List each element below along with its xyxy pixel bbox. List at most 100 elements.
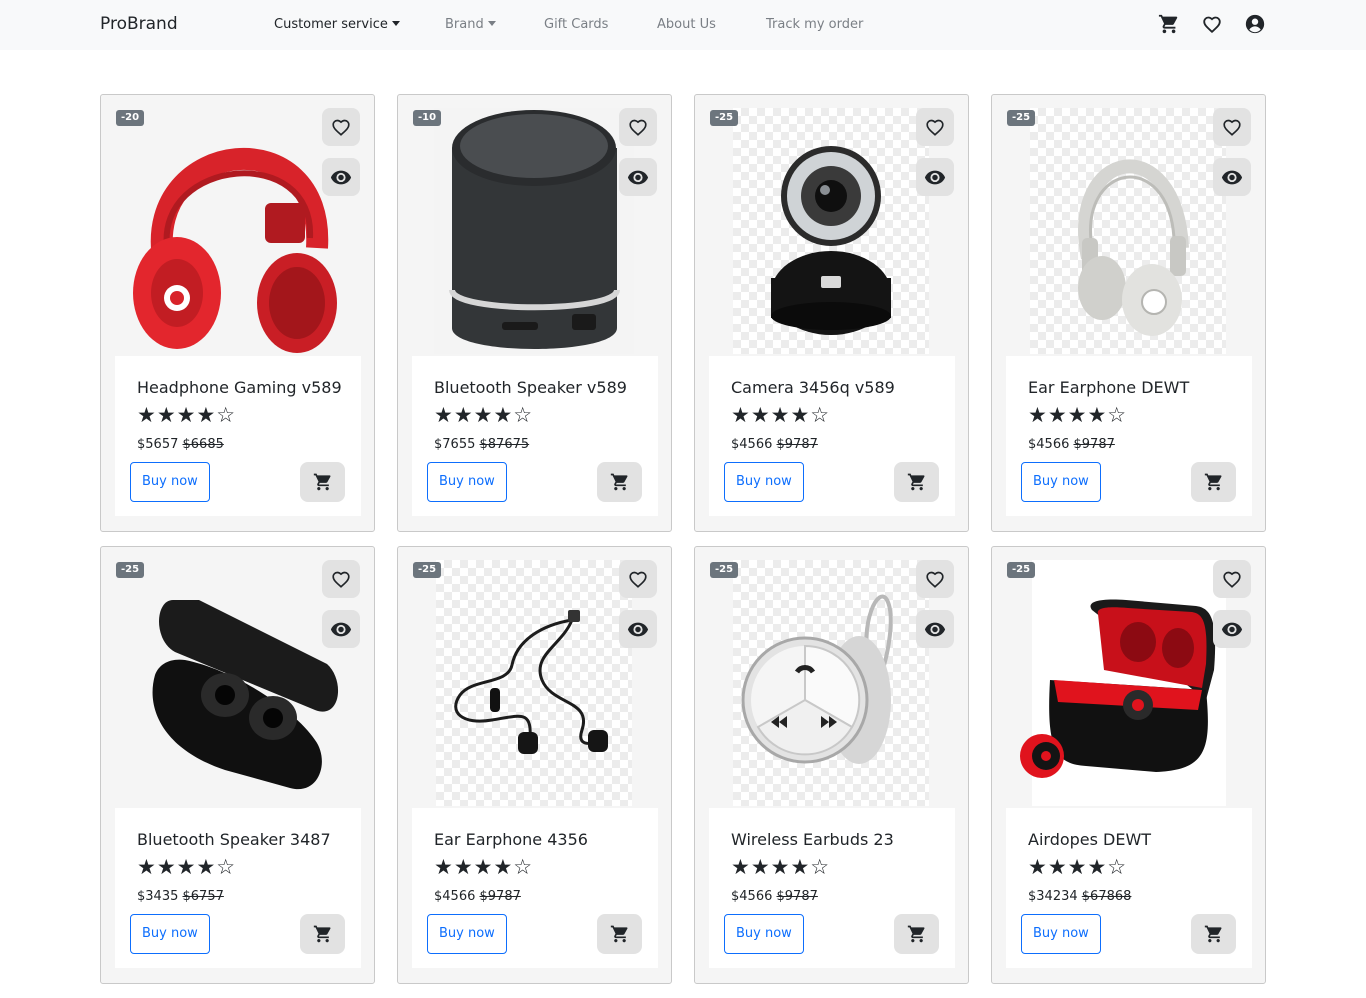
product-title[interactable]: Bluetooth Speaker 3487 [137, 830, 331, 849]
nav-customer-service[interactable]: Customer service [274, 17, 400, 32]
current-price: $4566 [1028, 437, 1070, 452]
add-to-cart-button[interactable] [1191, 462, 1236, 502]
nav-gift-cards[interactable]: Gift Cards [544, 17, 608, 32]
quick-view-button[interactable] [1213, 610, 1251, 648]
discount-badge: -25 [1007, 562, 1036, 578]
webcam-image [771, 146, 891, 335]
price: $5657 $6685 [137, 437, 224, 452]
add-to-cart-button[interactable] [300, 914, 345, 954]
product-card: -25 Wireless Earbuds 23 ★★★★☆ $4566 $978… [694, 546, 969, 984]
quick-view-button[interactable] [619, 610, 657, 648]
price: $7655 $87675 [434, 437, 529, 452]
price: $4566 $9787 [731, 437, 818, 452]
discount-badge: -25 [1007, 110, 1036, 126]
cart-icon [1204, 925, 1222, 943]
buy-now-button[interactable]: Buy now [427, 914, 507, 954]
current-price: $7655 [434, 437, 476, 452]
quick-view-button[interactable] [1213, 158, 1251, 196]
product-image[interactable] [412, 560, 658, 806]
buy-now-button[interactable]: Buy now [427, 462, 507, 502]
rating-stars: ★★★★☆ [434, 403, 534, 427]
price: $3435 $6757 [137, 889, 224, 904]
cart-icon [610, 473, 628, 491]
product-title[interactable]: Bluetooth Speaker v589 [434, 378, 627, 397]
discount-badge: -10 [413, 110, 442, 126]
card-body: Airdopes DEWT ★★★★☆ $34234 $67868 Buy no… [1006, 808, 1252, 968]
product-title[interactable]: Ear Earphone DEWT [1028, 378, 1189, 397]
cart-icon [907, 925, 925, 943]
add-to-cart-button[interactable] [597, 914, 642, 954]
user-icon[interactable] [1244, 13, 1266, 35]
wishlist-button[interactable] [916, 108, 954, 146]
wishlist-button[interactable] [1213, 108, 1251, 146]
product-image[interactable] [709, 560, 955, 806]
product-card: -10 Bluetooth Speaker v589 ★★★★☆ $7655 $… [397, 94, 672, 532]
eye-icon [330, 170, 352, 185]
brand-logo[interactable]: ProBrand [100, 14, 178, 34]
add-to-cart-button[interactable] [1191, 914, 1236, 954]
product-image[interactable] [115, 108, 361, 354]
card-body: Wireless Earbuds 23 ★★★★☆ $4566 $9787 Bu… [709, 808, 955, 968]
card-body: Ear Earphone DEWT ★★★★☆ $4566 $9787 Buy … [1006, 356, 1252, 516]
add-to-cart-button[interactable] [300, 462, 345, 502]
wishlist-button[interactable] [322, 108, 360, 146]
product-title[interactable]: Headphone Gaming v589 [137, 378, 342, 397]
current-price: $4566 [731, 437, 773, 452]
quick-view-button[interactable] [916, 610, 954, 648]
old-price: $67868 [1081, 889, 1132, 904]
current-price: $4566 [434, 889, 476, 904]
wishlist-button[interactable] [619, 108, 657, 146]
discount-badge: -25 [116, 562, 145, 578]
quick-view-button[interactable] [619, 158, 657, 196]
eye-icon [924, 170, 946, 185]
product-card: -20 Headphone Gaming v589 ★★★★☆ $5657 $6… [100, 94, 375, 532]
buy-now-button[interactable]: Buy now [1021, 462, 1101, 502]
current-price: $3435 [137, 889, 179, 904]
caret-down-icon [391, 21, 400, 26]
old-price: $9787 [776, 889, 818, 904]
heart-icon [1223, 571, 1241, 588]
eye-icon [1221, 170, 1243, 185]
buy-now-button[interactable]: Buy now [1021, 914, 1101, 954]
product-title[interactable]: Airdopes DEWT [1028, 830, 1151, 849]
wired-earphones-image [454, 610, 608, 754]
quick-view-button[interactable] [916, 158, 954, 196]
wishlist-button[interactable] [322, 560, 360, 598]
product-title[interactable]: Camera 3456q v589 [731, 378, 895, 397]
nav-brand[interactable]: Brand [445, 17, 496, 32]
rating-stars: ★★★★☆ [1028, 855, 1128, 879]
buy-now-button[interactable]: Buy now [130, 462, 210, 502]
bluetooth-headset-image [741, 594, 893, 764]
buy-now-button[interactable]: Buy now [130, 914, 210, 954]
card-body: Ear Earphone 4356 ★★★★☆ $4566 $9787 Buy … [412, 808, 658, 968]
product-title[interactable]: Ear Earphone 4356 [434, 830, 588, 849]
nav-track-order[interactable]: Track my order [766, 17, 863, 32]
wishlist-button[interactable] [619, 560, 657, 598]
add-to-cart-button[interactable] [597, 462, 642, 502]
product-title[interactable]: Wireless Earbuds 23 [731, 830, 894, 849]
old-price: $9787 [776, 437, 818, 452]
wishlist-button[interactable] [916, 560, 954, 598]
discount-badge: -25 [710, 110, 739, 126]
nav-about-us[interactable]: About Us [657, 17, 716, 32]
heart-icon [332, 571, 350, 588]
product-image[interactable] [1006, 108, 1252, 354]
product-image[interactable] [709, 108, 955, 354]
navbar: ProBrand Customer service Brand Gift Car… [0, 0, 1366, 50]
product-image[interactable] [115, 560, 361, 806]
add-to-cart-button[interactable] [894, 914, 939, 954]
product-image[interactable] [412, 108, 658, 354]
buy-now-button[interactable]: Buy now [724, 914, 804, 954]
add-to-cart-button[interactable] [894, 462, 939, 502]
product-card: -25 Airdopes DEWT ★★★★☆ $34234 $67868 Bu… [991, 546, 1266, 984]
quick-view-button[interactable] [322, 158, 360, 196]
cart-icon[interactable] [1158, 13, 1180, 35]
heart-icon[interactable] [1201, 13, 1223, 35]
buy-now-button[interactable]: Buy now [724, 462, 804, 502]
product-image[interactable] [1006, 560, 1252, 806]
quick-view-button[interactable] [322, 610, 360, 648]
wishlist-button[interactable] [1213, 560, 1251, 598]
eye-icon [330, 622, 352, 637]
red-earbuds-case-image [1020, 599, 1216, 778]
price: $4566 $9787 [434, 889, 521, 904]
